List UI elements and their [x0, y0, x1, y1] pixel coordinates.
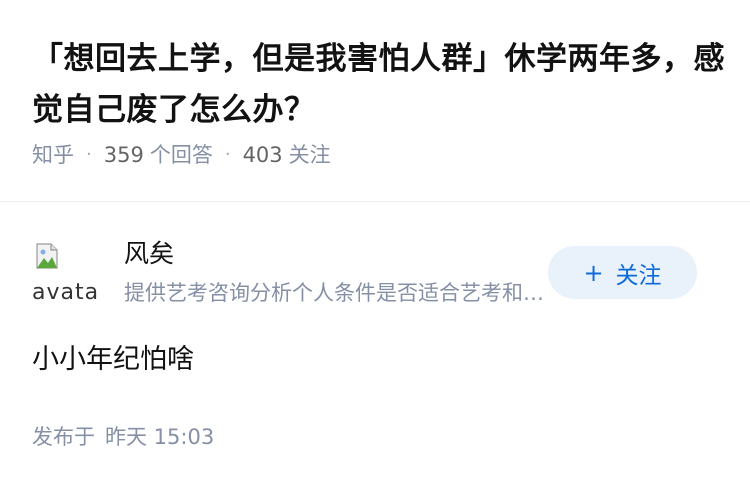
author-name[interactable]: 风矣 — [124, 236, 174, 272]
published-label: 发布于 — [32, 425, 95, 449]
avatar-alt-text: avatar — [32, 280, 98, 305]
question-title[interactable]: 「想回去上学，但是我害怕人群」休学两年多，感觉自己废了怎么办？ — [32, 34, 732, 136]
separator-dot: · — [224, 144, 231, 165]
follow-button-label: 关注 — [615, 262, 662, 289]
question-meta: 知乎 · 359 个回答 · 403 关注 — [32, 140, 732, 170]
section-divider — [0, 201, 750, 202]
follower-count-label: 关注 — [288, 143, 331, 167]
separator-dot: · — [86, 144, 92, 165]
answer-count-label[interactable]: 个回答 — [150, 140, 213, 170]
answer-page: 「想回去上学，但是我害怕人群」休学两年多，感觉自己废了怎么办？ 知乎 · 359… — [0, 0, 750, 490]
follow-button[interactable]: + 关注 — [548, 246, 697, 299]
plus-icon: + — [583, 258, 604, 287]
author-headline: 提供艺考咨询分析个人条件是否适合艺考和专业选择 — [124, 281, 544, 305]
avatar[interactable]: avatar — [32, 240, 98, 306]
author-card: avatar 风矣 提供艺考咨询分析个人条件是否适合艺考和专业选择 + 关注 — [32, 236, 718, 308]
published-time: 昨天 15:03 — [105, 425, 215, 449]
question-header: 「想回去上学，但是我害怕人群」休学两年多，感觉自己废了怎么办？ 知乎 · 359… — [32, 34, 732, 170]
broken-image-icon — [36, 243, 58, 269]
source-link[interactable]: 知乎 — [32, 140, 74, 170]
answer-count[interactable]: 359 — [104, 140, 144, 170]
follower-count: 403 — [242, 143, 283, 167]
answer-timestamp: 发布于 昨天 15:03 — [32, 422, 214, 452]
answer-content: 小小年纪怕啥 — [32, 344, 194, 375]
